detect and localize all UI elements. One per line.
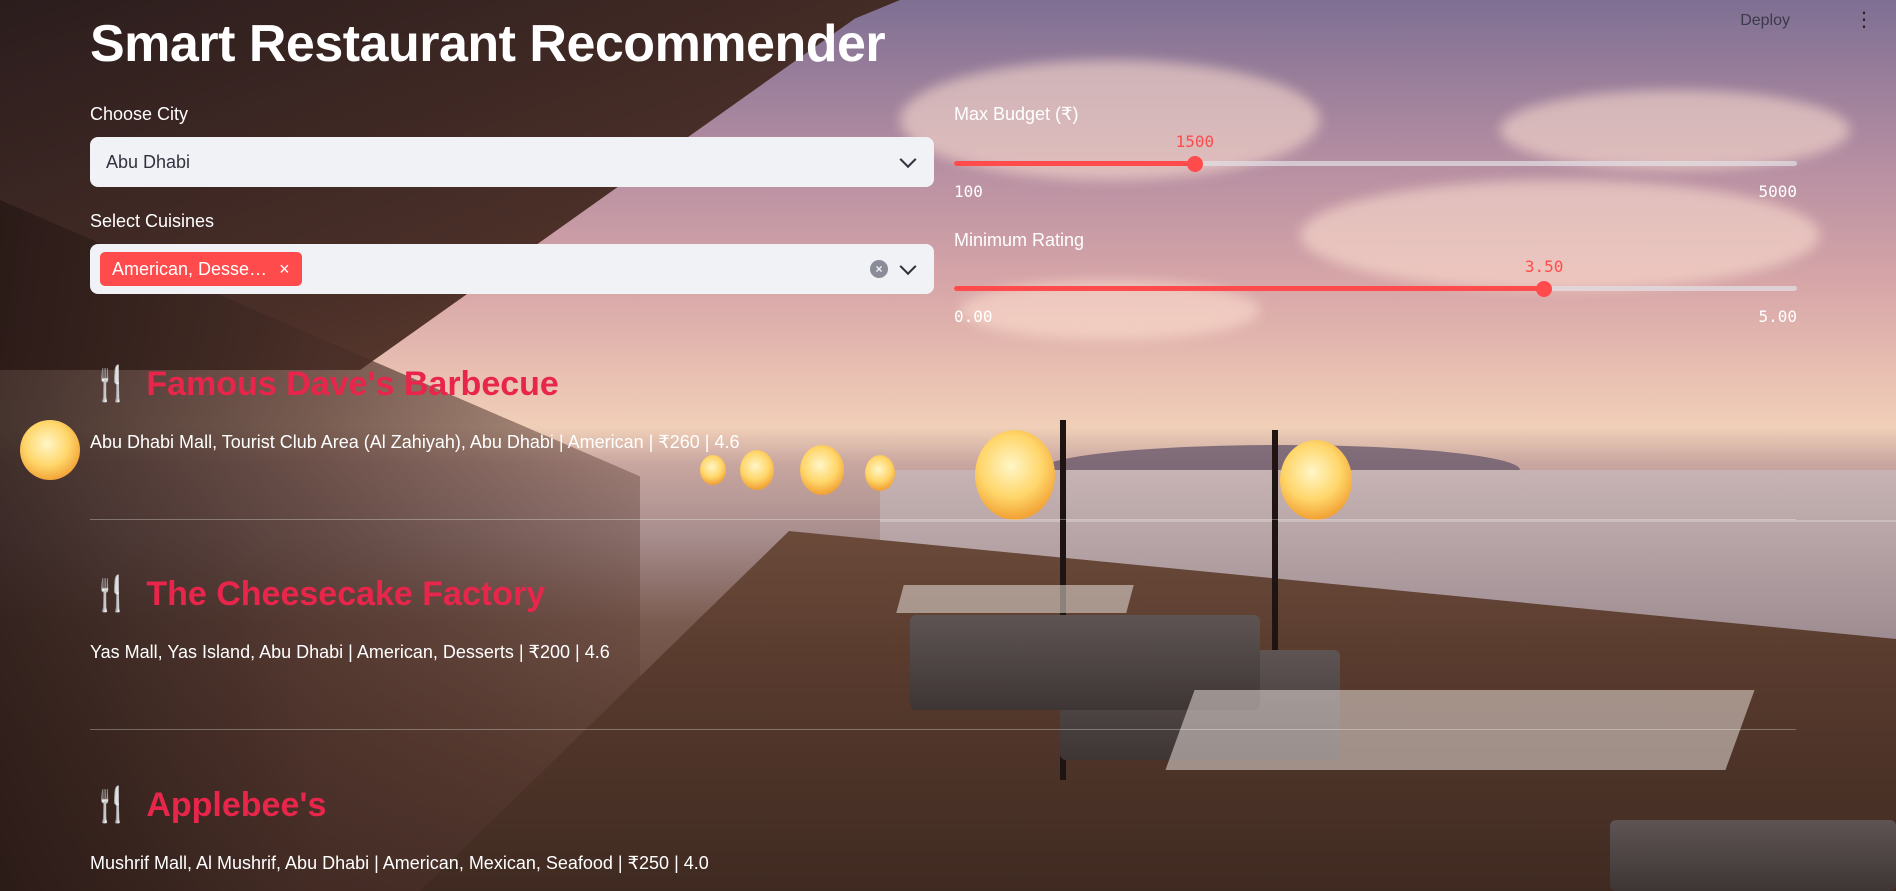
- fork-knife-icon: 🍴: [90, 365, 133, 403]
- restaurant-info: Mushrif Mall, Al Mushrif, Abu Dhabi | Am…: [90, 853, 709, 873]
- rating-value: 3.50: [1524, 257, 1564, 276]
- chevron-down-icon[interactable]: [899, 151, 917, 169]
- fork-knife-icon: 🍴: [90, 575, 133, 613]
- budget-slider-thumb[interactable]: [1186, 155, 1203, 172]
- restaurant-name: Applebee's: [146, 785, 327, 824]
- budget-max: 5000: [1758, 182, 1797, 201]
- divider: [90, 519, 1796, 520]
- cuisine-tag: American, Desse… ×: [100, 252, 302, 286]
- restaurant-name: Famous Dave's Barbecue: [146, 364, 559, 403]
- budget-value: 1500: [1175, 132, 1215, 151]
- budget-slider-fill: [954, 161, 1195, 166]
- city-select[interactable]: Abu Dhabi: [90, 137, 934, 187]
- clear-all-icon[interactable]: ×: [870, 260, 888, 278]
- cuisine-tag-label: American, Desse…: [112, 258, 268, 279]
- cuisines-label: Select Cuisines: [90, 211, 215, 231]
- budget-label: Max Budget (₹): [954, 104, 1079, 124]
- rating-slider[interactable]: [954, 280, 1797, 297]
- remove-tag-icon[interactable]: ×: [279, 259, 290, 280]
- budget-min: 100: [954, 182, 983, 201]
- divider: [90, 729, 1796, 730]
- rating-slider-thumb[interactable]: [1536, 280, 1553, 297]
- restaurant-card: 🍴 Famous Dave's Barbecue Abu Dhabi Mall,…: [90, 364, 1796, 453]
- restaurant-card: 🍴 Applebee's Mushrif Mall, Al Mushrif, A…: [90, 785, 1796, 874]
- more-vertical-icon[interactable]: ⋮: [1854, 10, 1874, 30]
- city-label: Choose City: [90, 104, 189, 124]
- restaurant-info: Abu Dhabi Mall, Tourist Club Area (Al Za…: [90, 432, 740, 452]
- cuisines-multiselect[interactable]: American, Desse… × ×: [90, 244, 934, 294]
- chevron-down-icon[interactable]: [899, 258, 917, 276]
- rating-max: 5.00: [1758, 307, 1797, 326]
- rating-label: Minimum Rating: [954, 230, 1085, 250]
- city-select-value: Abu Dhabi: [106, 151, 191, 172]
- budget-slider[interactable]: [954, 155, 1797, 172]
- deploy-button[interactable]: Deploy: [1740, 12, 1790, 30]
- page-title: Smart Restaurant Recommender: [90, 15, 886, 73]
- fork-knife-icon: 🍴: [90, 786, 133, 824]
- restaurant-info: Yas Mall, Yas Island, Abu Dhabi | Americ…: [90, 642, 610, 662]
- rating-slider-fill: [954, 286, 1545, 291]
- restaurant-card: 🍴 The Cheesecake Factory Yas Mall, Yas I…: [90, 574, 1796, 663]
- restaurant-name: The Cheesecake Factory: [146, 574, 546, 613]
- rating-min: 0.00: [954, 307, 993, 326]
